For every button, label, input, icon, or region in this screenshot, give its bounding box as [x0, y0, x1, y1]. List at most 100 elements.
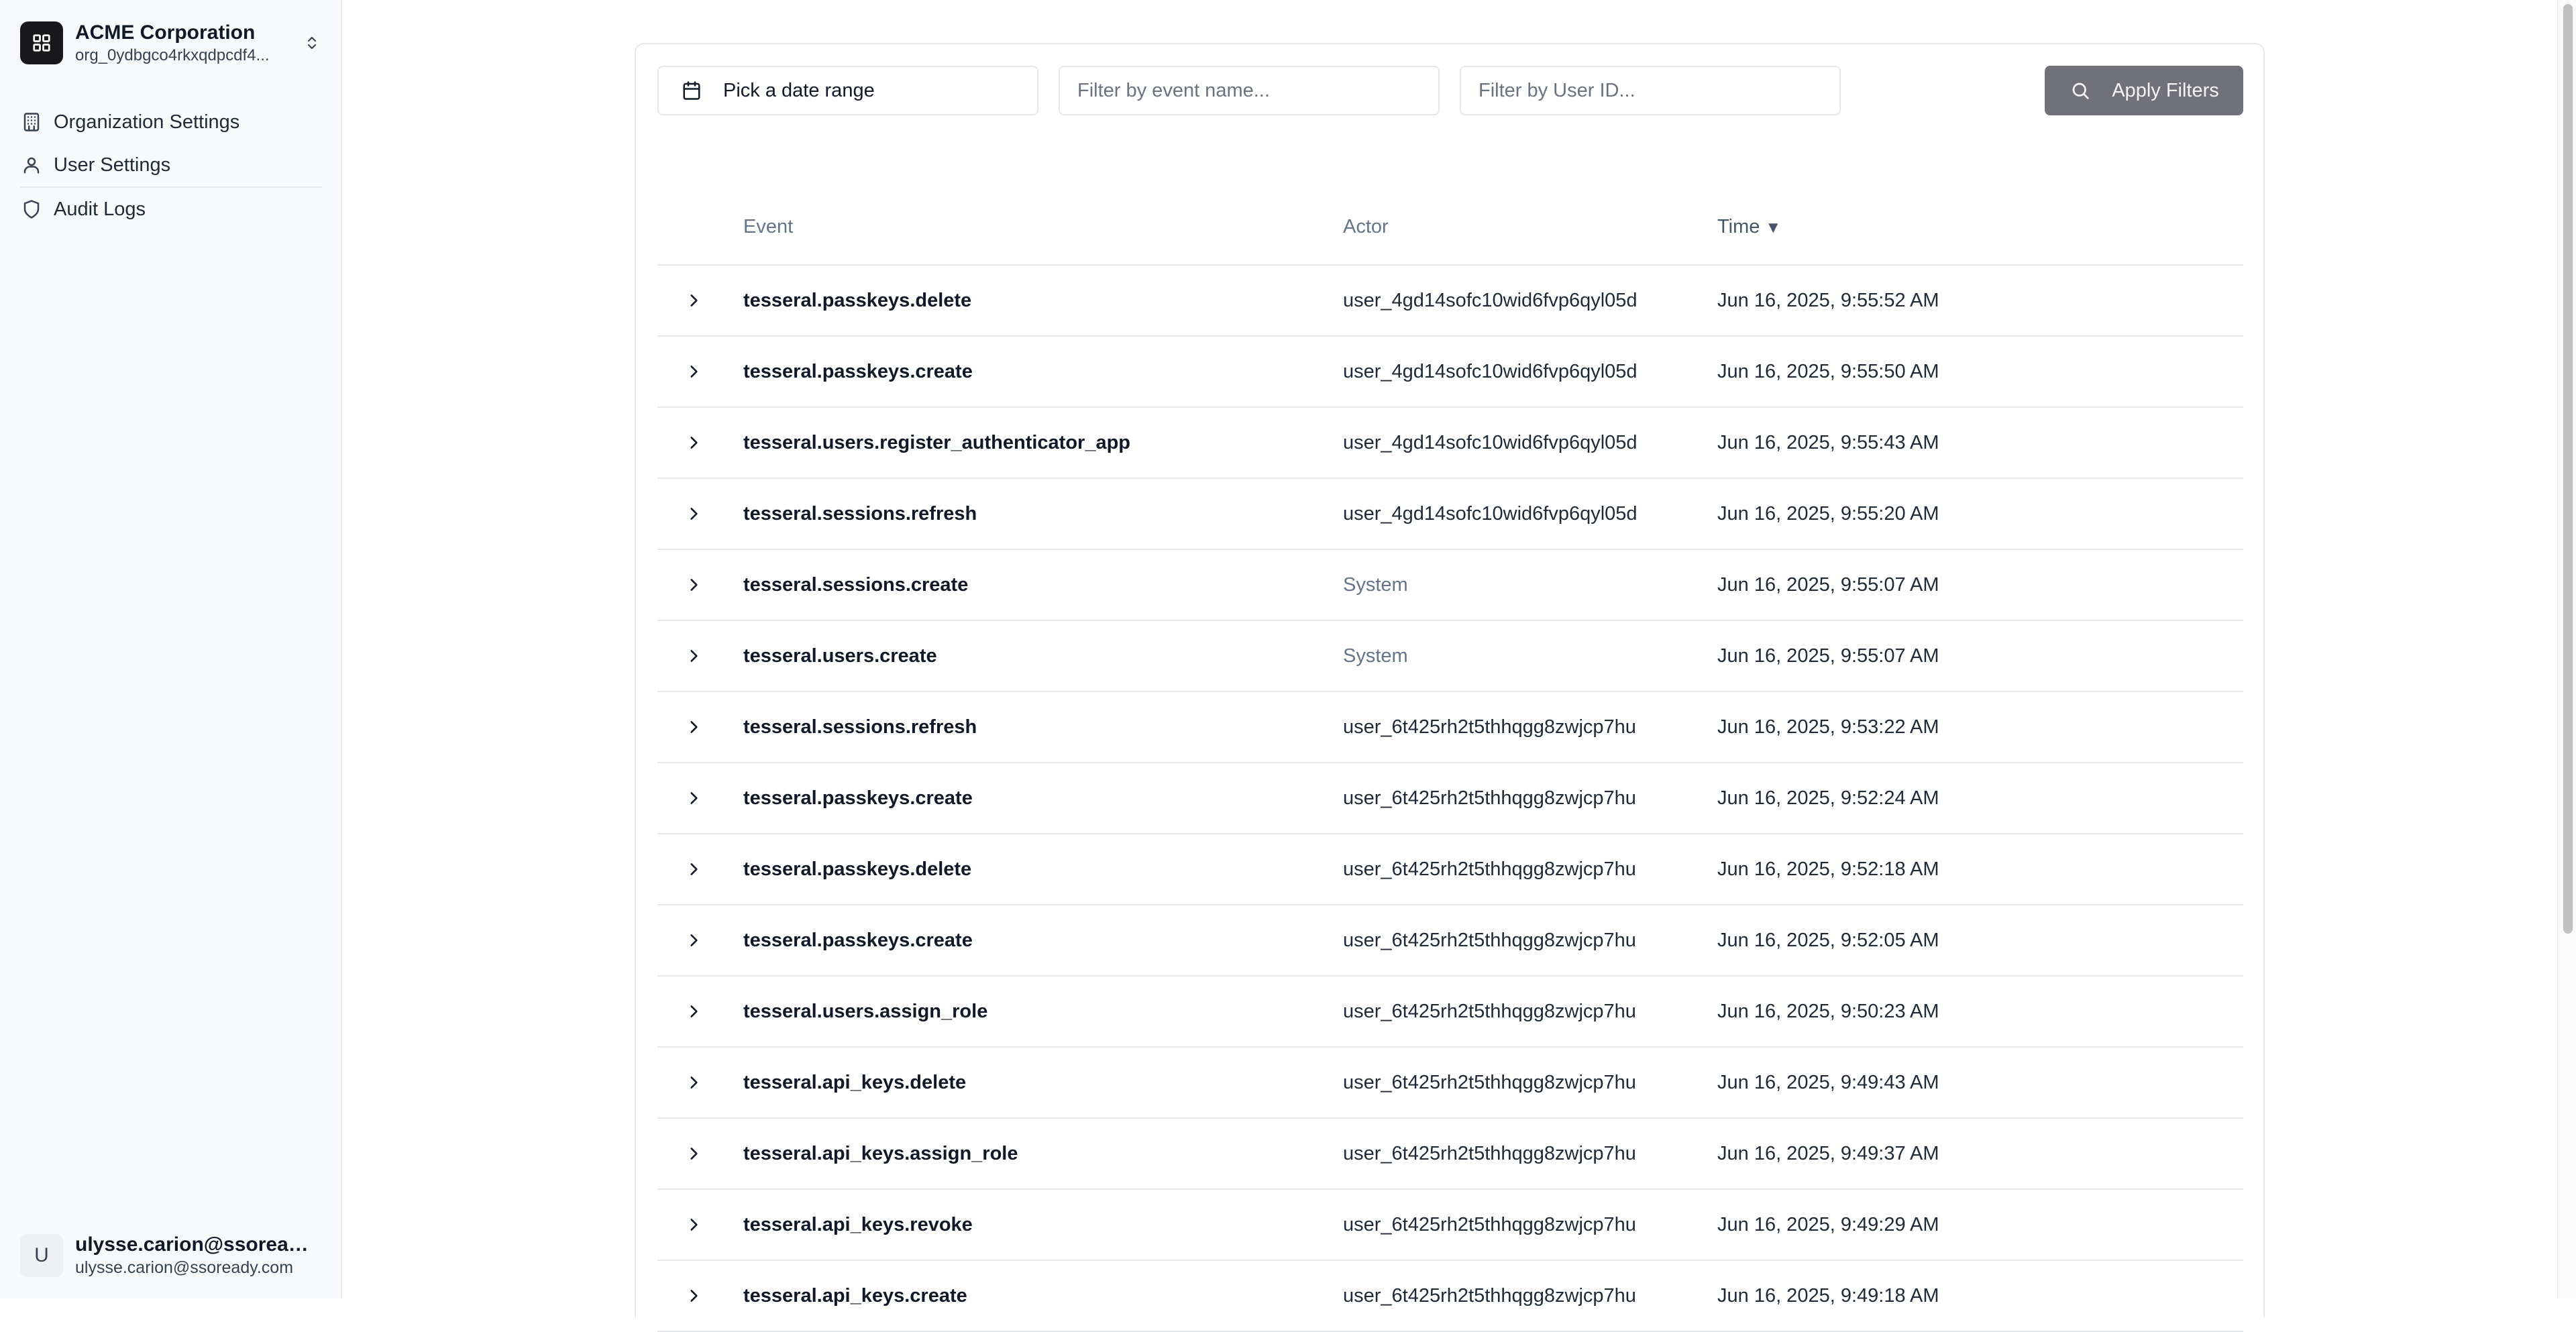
scrollbar-thumb[interactable]	[2563, 4, 2573, 934]
avatar: U	[20, 1234, 63, 1277]
chevron-right-icon[interactable]	[680, 856, 707, 883]
column-header-time[interactable]: Time ▼	[1717, 216, 2243, 238]
date-range-picker[interactable]: Pick a date range	[657, 66, 1038, 115]
user-filter-field	[1460, 66, 1841, 115]
organization-logo	[20, 21, 63, 64]
search-icon	[2069, 79, 2092, 102]
event-name: tesseral.users.register_authenticator_ap…	[743, 431, 1131, 453]
actor-id: user_6t425rh2t5thhqgg8zwjcp7hu	[1343, 716, 1636, 738]
actor-system: System	[1343, 573, 1408, 596]
chevron-right-icon[interactable]	[680, 571, 707, 598]
chevron-right-icon[interactable]	[680, 500, 707, 527]
event-name: tesseral.users.create	[743, 645, 937, 667]
table-row[interactable]: tesseral.passkeys.create user_4gd14sofc1…	[657, 337, 2243, 408]
calendar-icon	[680, 79, 703, 102]
chevron-right-icon[interactable]	[680, 714, 707, 740]
organization-name: ACME Corporation	[75, 21, 256, 44]
event-time: Jun 16, 2025, 9:55:07 AM	[1717, 573, 1939, 596]
sidebar-item-label: User Settings	[54, 154, 171, 176]
user-icon	[20, 154, 43, 176]
actor-id: user_6t425rh2t5thhqgg8zwjcp7hu	[1343, 1142, 1636, 1164]
sidebar-item-label: Audit Logs	[54, 198, 146, 220]
actor-id: user_6t425rh2t5thhqgg8zwjcp7hu	[1343, 858, 1636, 880]
table-row[interactable]: tesseral.users.register_authenticator_ap…	[657, 408, 2243, 479]
event-time: Jun 16, 2025, 9:49:37 AM	[1717, 1142, 1939, 1164]
user-menu[interactable]: U ulysse.carion@ssoready... ulysse.cario…	[20, 1230, 322, 1281]
event-time: Jun 16, 2025, 9:53:22 AM	[1717, 716, 1939, 738]
user-id-input[interactable]	[1461, 67, 1839, 114]
organization-switcher[interactable]: ACME Corporation org_0ydbgco4rkxqdpcdf4.…	[20, 19, 322, 67]
sidebar-item-audit-logs[interactable]: Audit Logs	[20, 188, 322, 231]
table-row[interactable]: tesseral.passkeys.delete user_4gd14sofc1…	[657, 266, 2243, 337]
event-name: tesseral.api_keys.create	[743, 1284, 967, 1307]
audit-log-table: Event Actor Time ▼ tesseral.passkeys.dele…	[657, 189, 2243, 1332]
event-name: tesseral.passkeys.delete	[743, 289, 972, 311]
chevron-right-icon[interactable]	[680, 1282, 707, 1309]
column-header-time-label: Time	[1717, 215, 1760, 237]
event-name: tesseral.users.assign_role	[743, 1000, 988, 1022]
chevron-up-down-icon[interactable]	[302, 30, 322, 56]
actor-id: user_6t425rh2t5thhqgg8zwjcp7hu	[1343, 1213, 1636, 1235]
event-filter-field	[1059, 66, 1440, 115]
chevron-right-icon[interactable]	[680, 643, 707, 669]
event-time: Jun 16, 2025, 9:50:23 AM	[1717, 1000, 1939, 1022]
chevron-right-icon[interactable]	[680, 358, 707, 385]
apply-filters-label: Apply Filters	[2112, 79, 2219, 101]
date-range-label: Pick a date range	[723, 79, 875, 101]
event-time: Jun 16, 2025, 9:55:43 AM	[1717, 431, 1939, 453]
table-row[interactable]: tesseral.passkeys.delete user_6t425rh2t5…	[657, 834, 2243, 905]
event-time: Jun 16, 2025, 9:55:52 AM	[1717, 289, 1939, 311]
table-row[interactable]: tesseral.api_keys.create user_6t425rh2t5…	[657, 1261, 2243, 1332]
building-icon	[20, 111, 43, 133]
chevron-right-icon[interactable]	[680, 429, 707, 456]
chevron-right-icon[interactable]	[680, 287, 707, 314]
table-row[interactable]: tesseral.api_keys.revoke user_6t425rh2t5…	[657, 1190, 2243, 1261]
apply-filters-button[interactable]: Apply Filters	[2045, 66, 2243, 115]
table-row[interactable]: tesseral.api_keys.assign_role user_6t425…	[657, 1119, 2243, 1190]
event-time: Jun 16, 2025, 9:49:43 AM	[1717, 1071, 1939, 1093]
user-name: ulysse.carion@ssoready...	[75, 1233, 321, 1256]
actor-id: user_4gd14sofc10wid6fvp6qyl05d	[1343, 502, 1638, 524]
event-time: Jun 16, 2025, 9:52:18 AM	[1717, 858, 1939, 880]
chevron-right-icon[interactable]	[680, 998, 707, 1025]
event-name: tesseral.passkeys.create	[743, 360, 973, 382]
table-row[interactable]: tesseral.sessions.refresh user_6t425rh2t…	[657, 692, 2243, 763]
chevron-right-icon[interactable]	[680, 1140, 707, 1167]
chevron-right-icon[interactable]	[680, 785, 707, 812]
table-header: Event Actor Time ▼	[657, 189, 2243, 266]
event-time: Jun 16, 2025, 9:55:07 AM	[1717, 645, 1939, 667]
event-time: Jun 16, 2025, 9:49:18 AM	[1717, 1284, 1939, 1307]
sidebar-item-organization-settings[interactable]: Organization Settings	[20, 101, 322, 144]
table-row[interactable]: tesseral.passkeys.create user_6t425rh2t5…	[657, 763, 2243, 834]
table-row[interactable]: tesseral.sessions.refresh user_4gd14sofc…	[657, 479, 2243, 550]
actor-id: user_6t425rh2t5thhqgg8zwjcp7hu	[1343, 1071, 1636, 1093]
actor-system: System	[1343, 645, 1408, 667]
table-row[interactable]: tesseral.users.assign_role user_6t425rh2…	[657, 977, 2243, 1048]
event-name: tesseral.api_keys.delete	[743, 1071, 967, 1093]
actor-id: user_6t425rh2t5thhqgg8zwjcp7hu	[1343, 1000, 1636, 1022]
actor-id: user_6t425rh2t5thhqgg8zwjcp7hu	[1343, 929, 1636, 951]
table-row[interactable]: tesseral.passkeys.create user_6t425rh2t5…	[657, 905, 2243, 977]
table-row[interactable]: tesseral.users.create System Jun 16, 202…	[657, 621, 2243, 692]
chevron-right-icon[interactable]	[680, 927, 707, 954]
sort-descending-icon: ▼	[1765, 218, 1782, 237]
event-name: tesseral.api_keys.assign_role	[743, 1142, 1018, 1164]
event-name: tesseral.sessions.refresh	[743, 716, 977, 738]
event-name-input[interactable]	[1060, 67, 1438, 114]
table-row[interactable]: tesseral.api_keys.delete user_6t425rh2t5…	[657, 1048, 2243, 1119]
column-header-event: Event	[743, 215, 794, 237]
shield-icon	[20, 198, 43, 221]
sidebar-item-label: Organization Settings	[54, 111, 240, 133]
page-scrollbar[interactable]	[2557, 0, 2576, 1298]
actor-id: user_4gd14sofc10wid6fvp6qyl05d	[1343, 289, 1638, 311]
chevron-right-icon[interactable]	[680, 1069, 707, 1096]
actor-id: user_6t425rh2t5thhqgg8zwjcp7hu	[1343, 1284, 1636, 1307]
table-row[interactable]: tesseral.sessions.create System Jun 16, …	[657, 550, 2243, 621]
chevron-right-icon[interactable]	[680, 1211, 707, 1238]
sidebar: ACME Corporation org_0ydbgco4rkxqdpcdf4.…	[0, 0, 342, 1298]
event-time: Jun 16, 2025, 9:52:24 AM	[1717, 787, 1939, 809]
event-time: Jun 16, 2025, 9:49:29 AM	[1717, 1213, 1939, 1235]
sidebar-nav: Organization Settings User Settings Audi…	[20, 101, 322, 231]
event-time: Jun 16, 2025, 9:55:20 AM	[1717, 502, 1939, 524]
sidebar-item-user-settings[interactable]: User Settings	[20, 144, 322, 186]
